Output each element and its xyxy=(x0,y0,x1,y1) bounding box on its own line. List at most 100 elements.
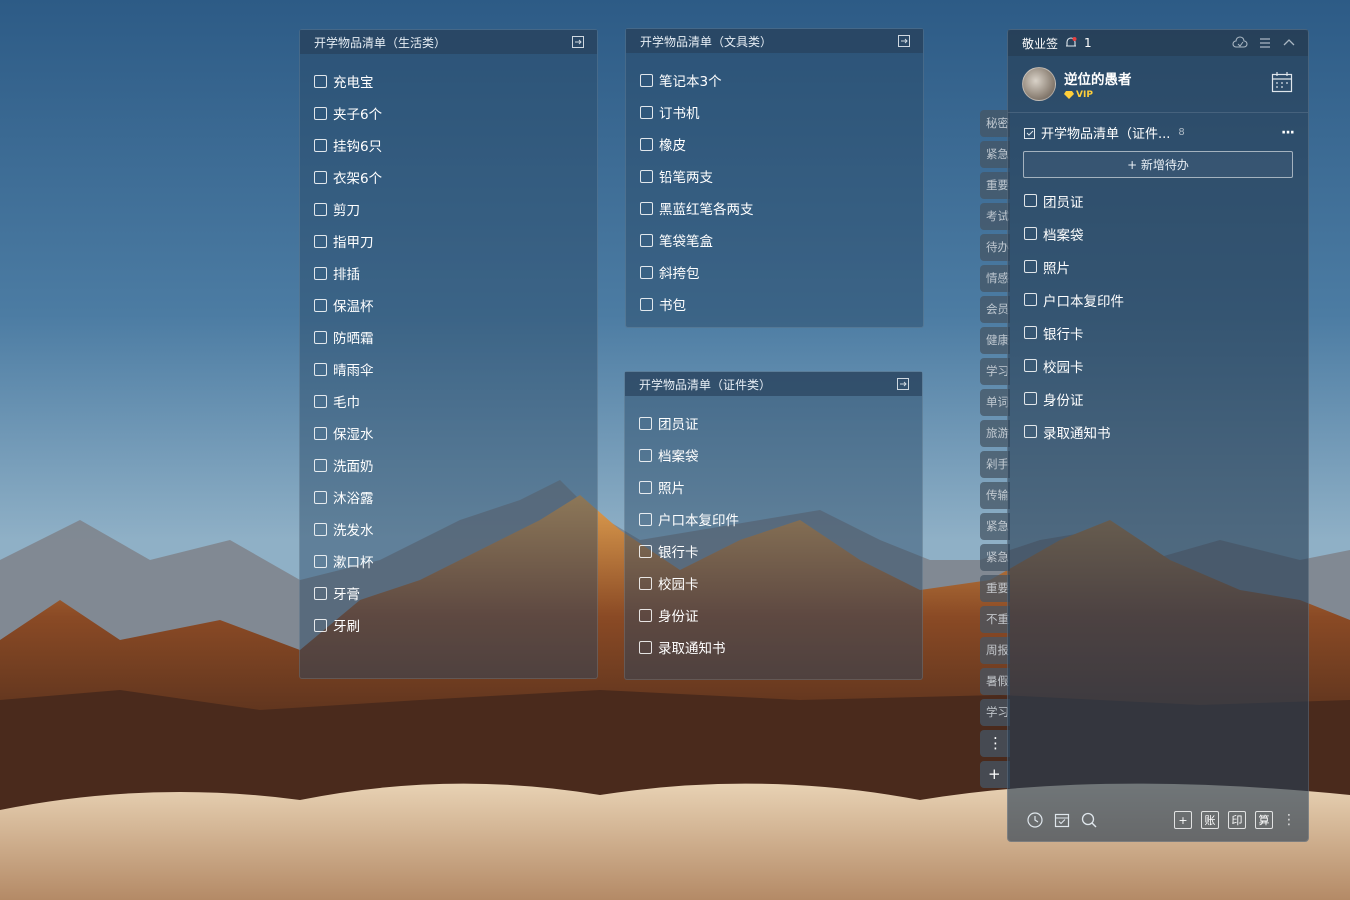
print-button[interactable]: 印 xyxy=(1228,811,1246,829)
calculator-button[interactable]: 算 xyxy=(1255,811,1273,829)
checkbox[interactable] xyxy=(639,544,652,558)
todo-item[interactable]: 衣架6个 xyxy=(314,161,597,193)
checkbox[interactable] xyxy=(1024,293,1037,306)
checkbox[interactable] xyxy=(1024,227,1037,240)
todo-item[interactable]: 档案袋 xyxy=(639,439,922,471)
more-options-icon[interactable]: ··· xyxy=(1281,125,1295,141)
note-stationery-header[interactable]: 开学物品清单（文具类） xyxy=(626,29,923,53)
todo-item[interactable]: 黑蓝红笔各两支 xyxy=(640,192,923,224)
category-tab[interactable]: 旅游 xyxy=(980,420,1010,447)
avatar[interactable] xyxy=(1022,67,1056,101)
add-note-button[interactable]: + xyxy=(1174,811,1192,829)
checkbox[interactable] xyxy=(314,266,327,280)
todo-item[interactable]: 订书机 xyxy=(640,96,923,128)
checkbox[interactable] xyxy=(639,608,652,622)
todo-item[interactable]: 指甲刀 xyxy=(314,225,597,257)
todo-item[interactable]: 书包 xyxy=(640,288,923,320)
checkbox[interactable] xyxy=(314,138,327,152)
category-tab[interactable]: 学习 xyxy=(980,358,1010,385)
checkbox[interactable] xyxy=(314,362,327,376)
note-life[interactable]: 开学物品清单（生活类） 充电宝 夹子6个 挂钩6只 衣架6个 剪刀 指甲刀 排插 保温杯 防晒霜… xyxy=(299,29,598,679)
checkbox[interactable] xyxy=(1024,260,1037,273)
todo-item[interactable]: 洗发水 xyxy=(314,513,597,545)
add-tab-button[interactable]: + xyxy=(980,761,1010,788)
todo-item[interactable]: 铅笔两支 xyxy=(640,160,923,192)
todo-item[interactable]: 保湿水 xyxy=(314,417,597,449)
todo-item[interactable]: 团员证 xyxy=(1024,184,1308,217)
category-tab[interactable]: 考试 xyxy=(980,203,1010,230)
category-tab[interactable]: 学习 xyxy=(980,699,1010,726)
todo-item[interactable]: 照片 xyxy=(639,471,922,503)
checkbox[interactable] xyxy=(314,298,327,312)
checkbox[interactable] xyxy=(639,576,652,590)
checkbox[interactable] xyxy=(314,586,327,600)
note-stationery[interactable]: 开学物品清单（文具类） 笔记本3个 订书机 橡皮 铅笔两支 黑蓝红笔各两支 笔袋笔盒 斜挎包… xyxy=(625,28,924,328)
account-button[interactable]: 账 xyxy=(1201,811,1219,829)
add-todo-button[interactable]: + 新增待办 xyxy=(1023,151,1293,178)
checkbox[interactable] xyxy=(640,105,653,119)
category-tab[interactable]: 剁手 xyxy=(980,451,1010,478)
category-tab[interactable]: 重要 xyxy=(980,575,1010,602)
checkbox[interactable] xyxy=(314,330,327,344)
category-tab[interactable]: 紧急 xyxy=(980,544,1010,571)
todo-item[interactable]: 笔袋笔盒 xyxy=(640,224,923,256)
exit-icon[interactable] xyxy=(897,34,911,48)
category-tab[interactable]: 单词 xyxy=(980,389,1010,416)
todo-item[interactable]: 防晒霜 xyxy=(314,321,597,353)
todo-item[interactable]: 剪刀 xyxy=(314,193,597,225)
checkbox[interactable] xyxy=(314,618,327,632)
list-title-row[interactable]: 开学物品清单（证件... 8 ··· xyxy=(1008,113,1308,142)
todo-item[interactable]: 夹子6个 xyxy=(314,97,597,129)
checkbox[interactable] xyxy=(1024,425,1037,438)
checkbox[interactable] xyxy=(1024,392,1037,405)
todo-item[interactable]: 牙膏 xyxy=(314,577,597,609)
calendar-icon[interactable] xyxy=(1270,70,1294,94)
todo-item[interactable]: 录取通知书 xyxy=(639,631,922,663)
checkbox[interactable] xyxy=(314,522,327,536)
checkbox[interactable] xyxy=(314,74,327,88)
checkbox[interactable] xyxy=(640,73,653,87)
category-tab[interactable]: 不重 xyxy=(980,606,1010,633)
note-documents[interactable]: 开学物品清单（证件类） 团员证 档案袋 照片 户口本复印件 银行卡 校园卡 身份证 录取通知书 xyxy=(624,371,923,680)
bell-icon[interactable] xyxy=(1064,36,1078,50)
note-documents-header[interactable]: 开学物品清单（证件类） xyxy=(625,372,922,396)
checkbox[interactable] xyxy=(640,137,653,151)
collapse-icon[interactable] xyxy=(1282,36,1296,50)
category-tab[interactable]: 周报 xyxy=(980,637,1010,664)
cloud-sync-icon[interactable] xyxy=(1232,36,1248,50)
checkbox[interactable] xyxy=(640,233,653,247)
checkbox[interactable] xyxy=(640,265,653,279)
clock-icon[interactable] xyxy=(1026,811,1044,829)
checkbox[interactable] xyxy=(314,458,327,472)
checkbox[interactable] xyxy=(314,106,327,120)
todo-item[interactable]: 洗面奶 xyxy=(314,449,597,481)
checkbox[interactable] xyxy=(314,554,327,568)
todo-item[interactable]: 户口本复印件 xyxy=(639,503,922,535)
category-tab[interactable]: 待办 xyxy=(980,234,1010,261)
todo-item[interactable]: 照片 xyxy=(1024,250,1308,283)
category-tab[interactable]: 健康 xyxy=(980,327,1010,354)
checkbox[interactable] xyxy=(1024,326,1037,339)
main-panel-titlebar[interactable]: 敬业签 1 xyxy=(1008,30,1308,56)
todo-item[interactable]: 漱口杯 xyxy=(314,545,597,577)
todo-item[interactable]: 校园卡 xyxy=(1024,349,1308,382)
todo-item[interactable]: 牙刷 xyxy=(314,609,597,641)
category-tab[interactable]: 传输 xyxy=(980,482,1010,509)
todo-item[interactable]: 毛巾 xyxy=(314,385,597,417)
checkbox[interactable] xyxy=(314,490,327,504)
todo-item[interactable]: 银行卡 xyxy=(639,535,922,567)
checkbox[interactable] xyxy=(640,297,653,311)
todo-item[interactable]: 保温杯 xyxy=(314,289,597,321)
more-tabs-button[interactable]: ⋮ xyxy=(980,730,1010,757)
todo-item[interactable]: 身份证 xyxy=(1024,382,1308,415)
exit-icon[interactable] xyxy=(896,377,910,391)
category-tab[interactable]: 紧急 xyxy=(980,141,1010,168)
category-tab[interactable]: 重要 xyxy=(980,172,1010,199)
todo-item[interactable]: 档案袋 xyxy=(1024,217,1308,250)
category-tab[interactable]: 情感 xyxy=(980,265,1010,292)
checkbox[interactable] xyxy=(314,234,327,248)
todo-item[interactable]: 沐浴露 xyxy=(314,481,597,513)
todo-item[interactable]: 身份证 xyxy=(639,599,922,631)
checkbox[interactable] xyxy=(639,480,652,494)
todo-item[interactable]: 排插 xyxy=(314,257,597,289)
